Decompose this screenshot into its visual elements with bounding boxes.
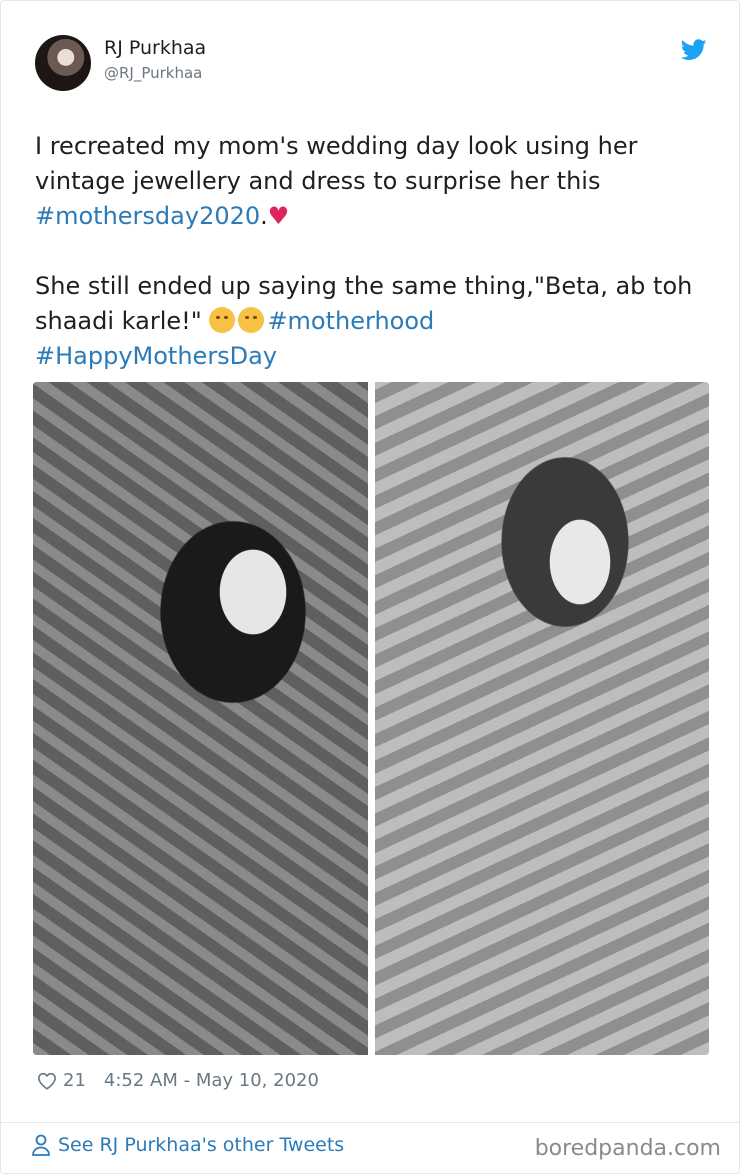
tweet-card: RJ Purkhaa @RJ_Purkhaa I recreated my mo…	[0, 0, 740, 1174]
hashtag-happymothersday[interactable]: #HappyMothersDay	[35, 342, 277, 370]
watermark: boredpanda.com	[534, 1136, 721, 1161]
timestamp[interactable]: 4:52 AM - May 10, 2020	[104, 1070, 319, 1091]
tweet-photos	[33, 382, 709, 1055]
avatar[interactable]	[35, 35, 91, 91]
hashtag-mothersday2020[interactable]: #mothersday2020	[35, 202, 260, 230]
divider	[1, 1122, 739, 1123]
author-name[interactable]: RJ Purkhaa	[104, 37, 206, 59]
photo-left[interactable]	[33, 382, 368, 1055]
author-handle[interactable]: @RJ_Purkhaa	[104, 64, 202, 82]
tweet-meta: 21 4:52 AM - May 10, 2020	[37, 1070, 319, 1091]
face-with-hand-emoji-icon	[209, 307, 236, 333]
heart-outline-icon[interactable]	[37, 1072, 57, 1090]
like-count: 21	[63, 1070, 86, 1091]
tweet-text-line1: I recreated my mom's wedding day look us…	[35, 132, 646, 195]
other-tweets-label[interactable]: See RJ Purkhaa's other Tweets	[58, 1134, 344, 1156]
photo-right[interactable]	[375, 382, 709, 1055]
twitter-bird-icon[interactable]	[681, 39, 707, 61]
tweet-text-period: .	[260, 202, 268, 230]
hashtag-motherhood[interactable]: #motherhood	[267, 307, 434, 335]
tweet-text: I recreated my mom's wedding day look us…	[35, 129, 707, 374]
person-icon	[32, 1134, 50, 1156]
rofl-emoji-icon	[238, 307, 265, 333]
heart-emoji: ♥	[267, 202, 290, 230]
other-tweets-link[interactable]: See RJ Purkhaa's other Tweets	[31, 1134, 344, 1156]
